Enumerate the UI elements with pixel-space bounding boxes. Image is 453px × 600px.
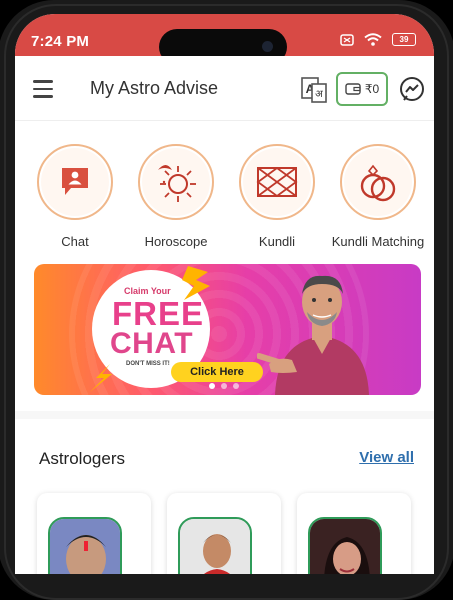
lightning-bolt-icon: [90, 364, 112, 392]
status-bar: 7:24 PM 39: [15, 14, 434, 65]
service-label-kundli-matching: Kundli Matching: [331, 234, 425, 249]
service-kundli-matching[interactable]: Kundli Matching: [323, 144, 433, 249]
phone-frame: 7:24 PM 39 My Astro Advise A अ ₹0 Chat H…: [0, 0, 453, 600]
kundli-matching-service-circle: [340, 144, 416, 220]
camera-icon: [262, 41, 273, 52]
service-label-chat: Chat: [61, 234, 89, 249]
astrologer-card[interactable]: [167, 493, 281, 574]
kundli-service-circle: [239, 144, 315, 220]
banner-pagination-dots: [209, 383, 239, 389]
svg-text:अ: अ: [315, 89, 323, 100]
translate-icon[interactable]: A अ: [300, 76, 328, 104]
app-bar: My Astro Advise A अ ₹0: [15, 56, 434, 121]
astrologer-avatar: [178, 517, 252, 574]
status-time: 7:24 PM: [31, 33, 90, 50]
service-label-horoscope: Horoscope: [144, 234, 208, 249]
service-label-kundli: Kundli: [258, 234, 296, 249]
messenger-icon[interactable]: [398, 76, 426, 104]
service-chat[interactable]: Chat: [20, 144, 130, 249]
click-here-button[interactable]: Click Here: [171, 362, 263, 382]
chat-icon: [62, 168, 88, 195]
banner-dont-miss-text: DON'T MISS IT!: [126, 361, 170, 367]
rings-icon: [360, 164, 396, 202]
wifi-icon: [364, 33, 382, 46]
pagination-dot[interactable]: [221, 383, 227, 389]
astrologers-title: Astrologers: [39, 449, 125, 468]
app-title: My Astro Advise: [90, 78, 219, 98]
main-content: Chat Horoscope Kundli Kundli Matching Cl…: [15, 121, 434, 574]
pagination-dot[interactable]: [209, 383, 215, 389]
astrologer-promo-illustration: [257, 275, 369, 395]
horoscope-icon: [158, 165, 196, 202]
astrologer-card[interactable]: [37, 493, 151, 574]
wallet-button[interactable]: ₹0: [336, 72, 388, 106]
service-kundli[interactable]: Kundli: [222, 144, 332, 249]
services-section: Chat Horoscope Kundli Kundli Matching Cl…: [15, 121, 434, 411]
wallet-icon: [345, 83, 361, 95]
view-all-link[interactable]: View all: [359, 449, 414, 466]
service-horoscope[interactable]: Horoscope: [121, 144, 231, 249]
wallet-balance: ₹0: [364, 82, 380, 96]
astrologer-avatar: [308, 517, 382, 574]
app-screen: 7:24 PM 39 My Astro Advise A अ ₹0 Chat H…: [15, 14, 434, 574]
status-icons: 39: [340, 33, 416, 46]
promo-banner[interactable]: Claim Your FREE CHAT DON'T MISS IT! Clic…: [34, 264, 421, 395]
astrologer-avatar: [48, 517, 122, 574]
horoscope-service-circle: [138, 144, 214, 220]
astrologers-section: Astrologers View all: [15, 419, 434, 574]
battery-level: 39: [399, 35, 409, 44]
menu-icon[interactable]: [33, 80, 53, 98]
banner-chat-text: CHAT: [110, 327, 194, 360]
kundli-icon: [256, 166, 298, 198]
astrologer-card[interactable]: [297, 493, 411, 574]
sim-icon: [340, 33, 354, 46]
pagination-dot[interactable]: [233, 383, 239, 389]
battery-icon: 39: [392, 33, 416, 46]
chat-service-circle: [37, 144, 113, 220]
